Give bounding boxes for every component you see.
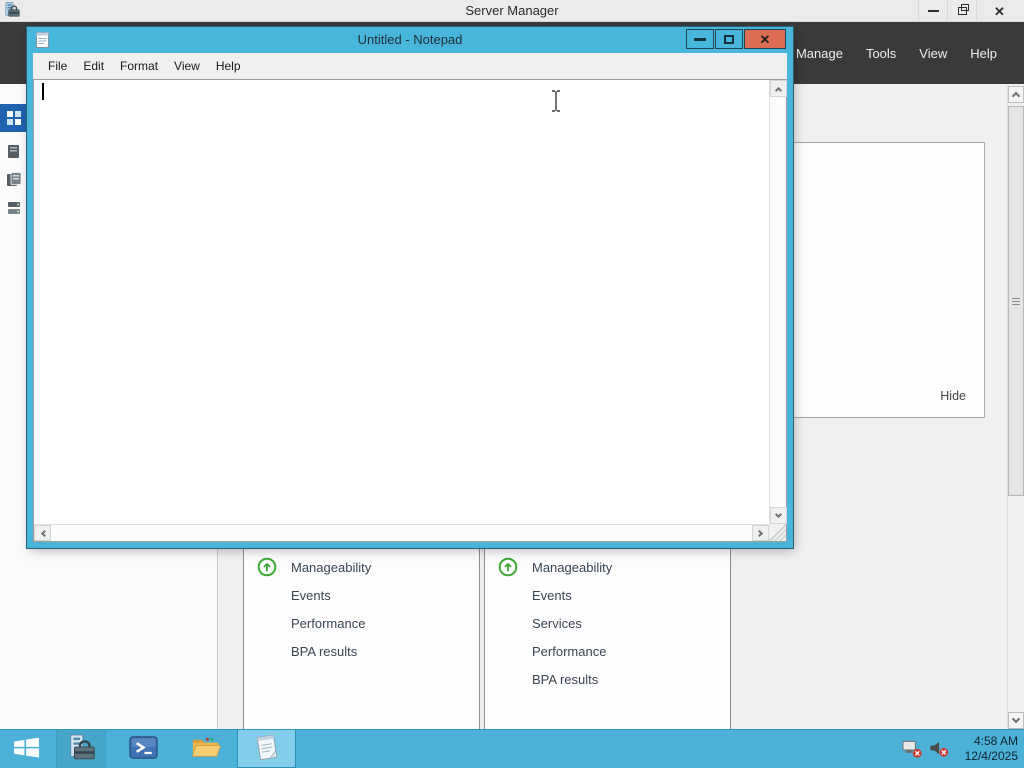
taskbar-file-explorer-button[interactable] [180,730,230,768]
menu-item-help[interactable]: Help [970,46,997,61]
scroll-down-button[interactable] [770,507,787,524]
resize-grip[interactable] [769,524,786,541]
role-status-tile-2: Manageability Events Services Performanc… [484,544,731,730]
file-explorer-icon [190,732,221,766]
chevron-right-icon [755,529,763,537]
menu-item-view[interactable]: View [919,46,947,61]
maximize-icon [724,34,734,44]
notepad-titlebar[interactable]: Untitled - Notepad ✕ [27,27,793,53]
tile-link-manageability[interactable]: Manageability [291,560,371,575]
text-caret [42,83,44,100]
notepad-vertical-scrollbar[interactable] [769,80,787,524]
all-servers-icon [6,172,22,188]
tile-status-list: Manageability Events Services Performanc… [485,544,730,693]
tile-link-bpa-results[interactable]: BPA results [532,672,598,687]
menu-item-format[interactable]: Format [112,56,166,76]
notepad-maximize-button[interactable] [715,29,743,49]
green-up-arrow-icon [257,557,277,577]
list-item: BPA results [485,665,730,693]
dashboard-icon [6,110,22,126]
chevron-left-icon [40,529,48,537]
menu-item-help[interactable]: Help [208,56,249,76]
notepad-caption-buttons: ✕ [685,29,786,49]
close-icon: ✕ [759,31,771,47]
server-manager-menu: Manage Tools View Help [796,22,997,84]
notepad-menu-bar: File Edit Format View Help [33,53,787,79]
system-tray: 4:58 AM 12/4/2025 [902,730,1018,768]
taskbar-powershell-button[interactable] [118,730,168,768]
notepad-window: Untitled - Notepad ✕ File Edit Format Vi… [26,26,794,549]
chevron-down-icon [1011,714,1021,724]
menu-item-manage[interactable]: Manage [796,46,843,61]
menu-item-tools[interactable]: Tools [866,46,896,61]
sm-minimize-button[interactable] [918,0,947,22]
list-item: BPA results [244,637,479,665]
start-button[interactable] [0,730,52,768]
file-and-storage-services-icon [6,200,22,216]
taskbar-notepad-button[interactable] [237,730,296,768]
menu-item-view[interactable]: View [166,56,208,76]
taskbar: 4:58 AM 12/4/2025 [0,729,1024,768]
server-manager-titlebar[interactable]: Server Manager ✕ [0,0,1024,22]
tile-link-events[interactable]: Events [532,588,572,603]
list-item: Manageability [244,553,479,581]
server-manager-icon [66,733,96,766]
list-item: Manageability [485,553,730,581]
tile-status-list: Manageability Events Performance BPA res… [244,544,479,665]
list-item: Events [485,581,730,609]
minimize-icon [694,37,706,41]
menu-item-file[interactable]: File [40,56,75,76]
list-item: Performance [244,609,479,637]
windows-logo-icon [13,737,40,761]
green-up-arrow-icon [498,557,518,577]
local-server-icon [6,144,22,160]
list-item: Performance [485,637,730,665]
scroll-up-button[interactable] [770,80,787,97]
powershell-icon [128,732,159,766]
network-disconnected-icon[interactable] [902,739,923,759]
chevron-up-icon [774,86,783,94]
clock-time: 4:58 AM [973,734,1018,748]
notepad-icon [251,732,282,766]
minimize-icon [927,10,939,12]
notepad-horizontal-scrollbar[interactable] [34,524,769,541]
sm-caption-buttons: ✕ [918,0,1022,22]
menu-item-edit[interactable]: Edit [75,56,112,76]
scroll-left-button[interactable] [34,525,51,541]
tile-link-bpa-results[interactable]: BPA results [291,644,357,659]
scroll-down-button[interactable] [1008,712,1024,729]
desktop: Server Manager ✕ Manage Tools View Help [0,0,1024,768]
tile-link-services[interactable]: Services [532,616,582,631]
notepad-text-area[interactable] [37,82,766,521]
notepad-window-title: Untitled - Notepad [357,32,463,47]
clock-date: 12/4/2025 [964,749,1018,763]
dashboard-scrollbar[interactable] [1007,86,1024,729]
chevron-up-icon [1011,91,1021,101]
hide-link[interactable]: Hide [940,389,966,403]
sm-close-button[interactable]: ✕ [976,0,1022,22]
volume-muted-icon[interactable] [929,739,950,759]
tile-link-manageability[interactable]: Manageability [532,560,612,575]
taskbar-clock[interactable]: 4:58 AM 12/4/2025 [956,734,1018,764]
chevron-down-icon [774,510,783,518]
notepad-content [33,79,787,542]
tile-link-performance[interactable]: Performance [291,616,365,631]
tile-link-performance[interactable]: Performance [532,644,606,659]
notepad-close-button[interactable]: ✕ [744,29,786,49]
scroll-right-button[interactable] [752,525,769,541]
sm-restore-button[interactable] [947,0,976,22]
scroll-up-button[interactable] [1008,86,1024,103]
window-title: Server Manager [465,3,559,18]
scrollbar-thumb[interactable] [1008,106,1024,496]
restore-icon [957,4,969,15]
close-icon: ✕ [994,3,1005,19]
tile-link-events[interactable]: Events [291,588,331,603]
list-item: Events [244,581,479,609]
notepad-minimize-button[interactable] [686,29,714,49]
role-status-tile-1: Manageability Events Performance BPA res… [243,544,480,730]
list-item: Services [485,609,730,637]
thumb-grip-icon [1012,297,1020,305]
taskbar-server-manager-button[interactable] [56,730,106,768]
